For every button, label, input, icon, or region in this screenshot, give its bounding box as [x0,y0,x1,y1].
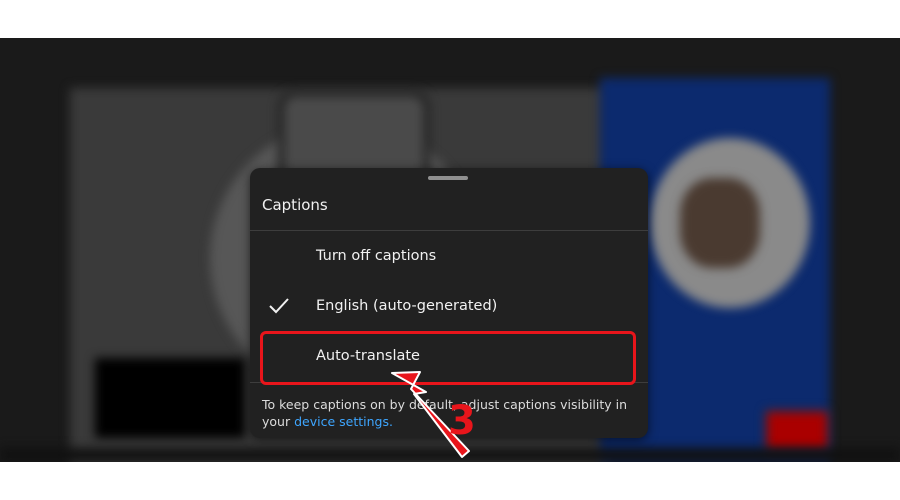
sheet-title: Captions [262,196,328,214]
option-turn-off-captions[interactable]: Turn off captions [250,231,648,281]
annotation-step-number: 3 [448,398,476,444]
blurred-progress-bar [0,448,900,462]
option-auto-translate[interactable]: Auto-translate [250,331,648,381]
option-label: Turn off captions [316,248,437,264]
option-english-auto-generated[interactable]: English (auto-generated) [250,281,648,331]
option-label: Auto-translate [316,348,420,364]
check-slot [266,343,292,369]
blurred-thumbnail [765,410,829,452]
device-settings-link[interactable]: device settings. [294,414,393,429]
drag-handle[interactable] [428,176,468,180]
divider [250,382,648,383]
option-label: English (auto-generated) [316,298,498,314]
check-slot [266,243,292,269]
blurred-overlay-text [95,358,245,438]
blurred-presenter [680,178,760,268]
check-icon [266,293,292,319]
